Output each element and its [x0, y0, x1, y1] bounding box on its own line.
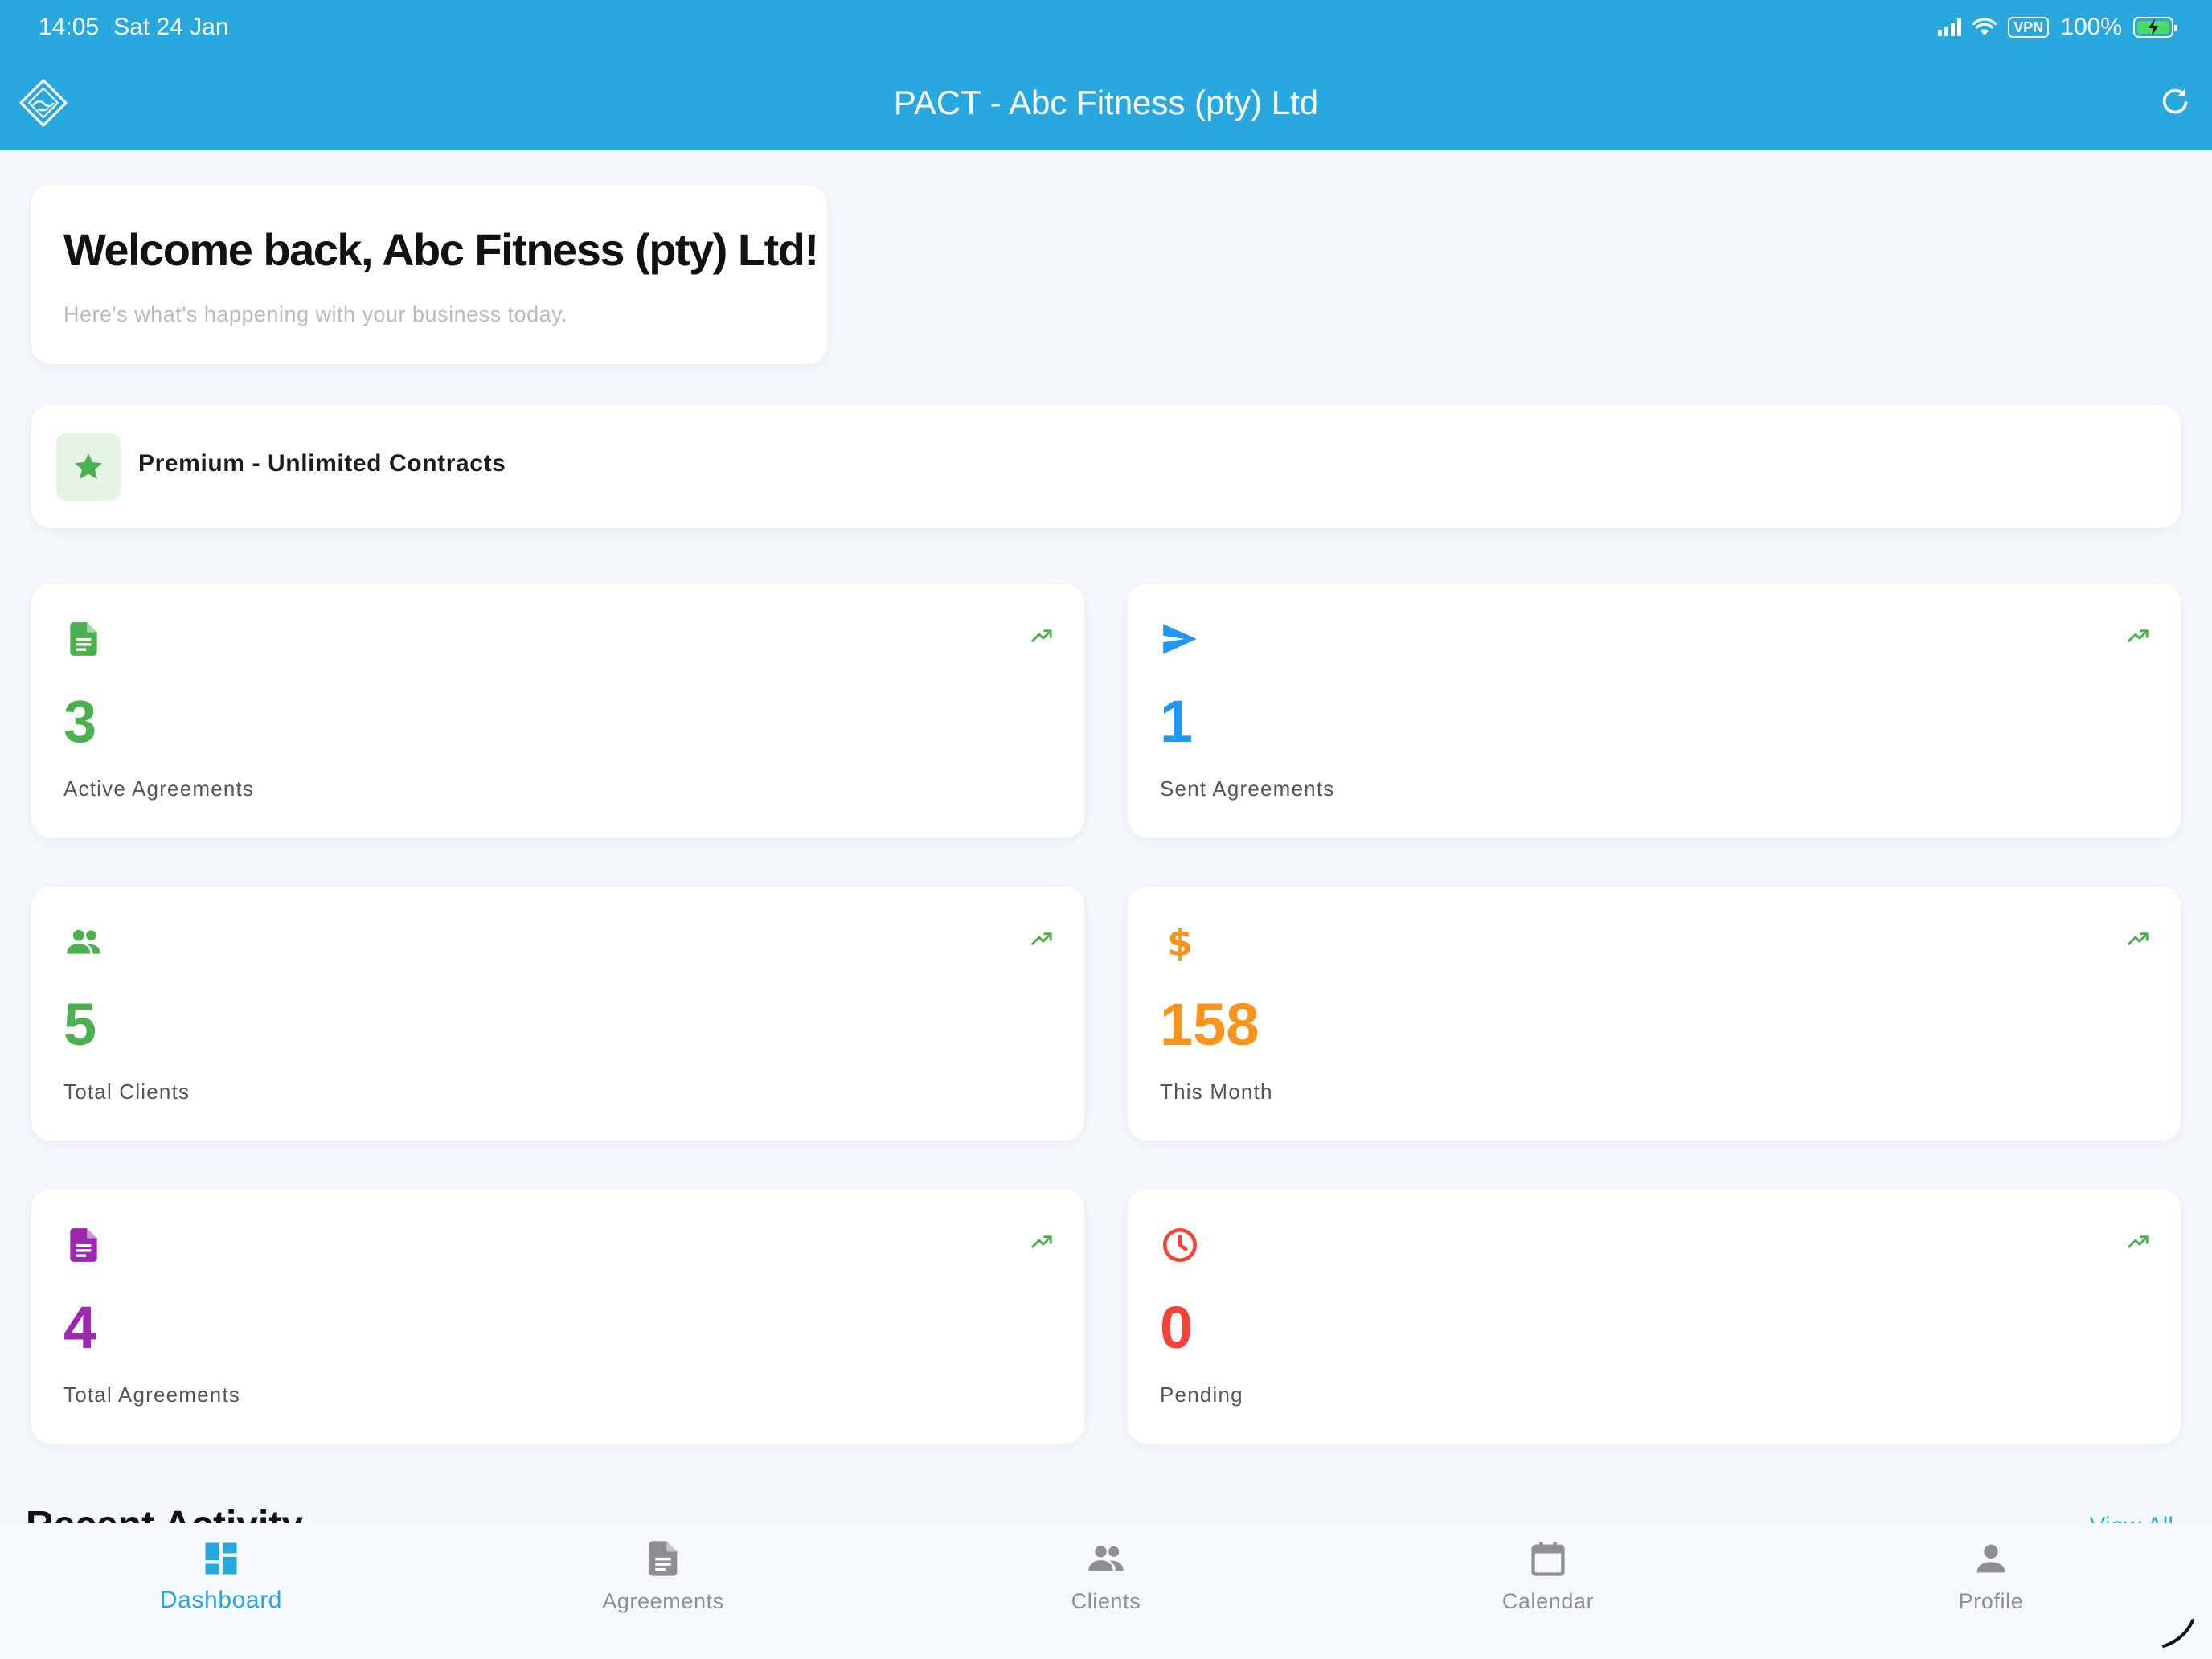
stat-card-this-month[interactable]: $ 158 This Month — [1128, 887, 2181, 1141]
document-icon — [649, 1541, 678, 1576]
document-icon — [70, 1228, 97, 1262]
trending-up-icon — [2128, 1235, 2149, 1248]
person-icon — [1976, 1544, 2005, 1573]
tab-label: Calendar — [1501, 1589, 1595, 1613]
cellular-signal-icon — [1938, 18, 1962, 36]
calendar-icon — [1531, 1542, 1565, 1576]
battery-icon — [2133, 17, 2177, 38]
stat-card-total-agreements[interactable]: 4 Total Agreements — [31, 1190, 1084, 1444]
status-bar-time: 14:05 Sat 24 Jan — [39, 11, 229, 43]
send-icon — [1163, 624, 1197, 654]
status-date: Sat 24 Jan — [113, 14, 229, 40]
plan-label: Premium - Unlimited Contracts — [138, 450, 506, 477]
trending-up-icon — [2128, 629, 2149, 642]
tab-profile[interactable]: Profile — [1770, 1523, 2212, 1659]
welcome-subtitle: Here's what's happening with your busine… — [63, 302, 568, 326]
wifi-icon — [1972, 18, 1997, 35]
subscription-plan-card[interactable]: Premium - Unlimited Contracts — [31, 405, 2181, 528]
page-title: PACT - Abc Fitness (pty) Ltd — [893, 84, 1319, 121]
clock-icon — [1162, 1227, 1198, 1263]
svg-text:$: $ — [1167, 922, 1193, 962]
stat-label: This Month — [1160, 1079, 1273, 1104]
tab-clients[interactable]: Clients — [885, 1523, 1327, 1659]
stat-card-pending[interactable]: 0 Pending — [1128, 1190, 2181, 1444]
stat-label: Total Agreements — [63, 1382, 241, 1407]
plan-icon-badge — [56, 433, 121, 501]
tab-dashboard[interactable]: Dashboard — [0, 1523, 442, 1659]
tab-label: Dashboard — [159, 1587, 283, 1613]
dashboard-icon — [205, 1542, 237, 1575]
trending-up-icon — [1031, 629, 1052, 642]
battery-percentage: 100% — [2060, 14, 2122, 40]
stat-value: 5 — [63, 991, 97, 1058]
vpn-badge: VPN — [2008, 17, 2050, 38]
pencil-stroke-indicator — [2162, 1619, 2194, 1648]
document-icon — [70, 622, 97, 656]
status-bar-indicators: VPN 100% — [1938, 11, 2177, 43]
welcome-card: Welcome back, Abc Fitness (pty) Ltd! Her… — [31, 185, 827, 364]
tab-agreements[interactable]: Agreements — [442, 1523, 884, 1659]
tab-label: Clients — [1071, 1589, 1141, 1613]
trending-up-icon — [2128, 932, 2149, 945]
stat-value: 0 — [1160, 1294, 1194, 1361]
star-icon — [74, 453, 103, 480]
stat-label: Sent Agreements — [1160, 776, 1335, 801]
people-icon — [1088, 1546, 1124, 1571]
dollar-icon: $ — [1167, 922, 1193, 962]
stat-card-active-agreements[interactable]: 3 Active Agreements — [31, 584, 1084, 838]
refresh-icon[interactable] — [2159, 85, 2191, 117]
stat-card-sent-agreements[interactable]: 1 Sent Agreements — [1128, 584, 2181, 838]
bottom-tab-bar: Dashboard Agreements Clients Calendar Pr… — [0, 1523, 2212, 1659]
stat-label: Active Agreements — [63, 776, 255, 801]
welcome-title: Welcome back, Abc Fitness (pty) Ltd! — [63, 224, 819, 275]
stat-value: 1 — [1160, 688, 1194, 755]
app-header: 14:05 Sat 24 Jan VPN 100% PACT - Abc Fitn… — [0, 0, 2212, 150]
trending-up-icon — [1031, 932, 1052, 945]
stat-value: 158 — [1160, 991, 1260, 1058]
charging-bolt-icon — [2149, 18, 2158, 36]
tab-label: Agreements — [602, 1589, 724, 1613]
stat-label: Pending — [1160, 1382, 1243, 1407]
stat-label: Total Clients — [63, 1079, 190, 1104]
people-icon — [67, 929, 100, 954]
stat-value: 4 — [63, 1294, 97, 1361]
tab-label: Profile — [1958, 1589, 2024, 1613]
tab-calendar[interactable]: Calendar — [1327, 1523, 1769, 1659]
trending-up-icon — [1031, 1235, 1052, 1248]
stat-value: 3 — [63, 688, 97, 755]
stat-card-total-clients[interactable]: 5 Total Clients — [31, 887, 1084, 1141]
status-time: 14:05 — [39, 14, 100, 40]
